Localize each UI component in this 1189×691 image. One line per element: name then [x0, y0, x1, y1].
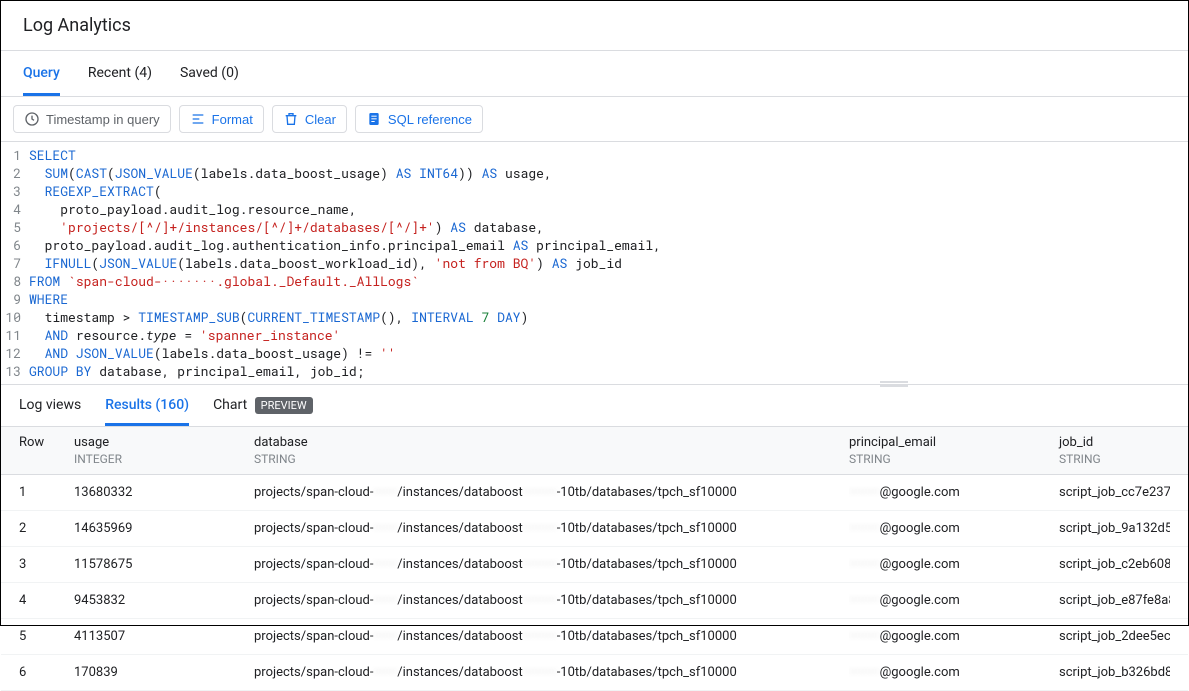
tab-saved[interactable]: Saved (0) — [180, 51, 239, 96]
trash-icon — [283, 111, 299, 127]
tab-log-views[interactable]: Log views — [19, 385, 81, 426]
tab-query[interactable]: Query — [23, 51, 60, 96]
col-row: Row — [19, 435, 74, 450]
cell-jobid: script_job_9a132d5d7 — [1059, 521, 1170, 536]
cell-email: ·········@google.com — [849, 485, 1059, 500]
cell-database: projects/span-cloud-·······/instances/da… — [254, 665, 849, 680]
cell-email: ·········@google.com — [849, 665, 1059, 680]
cell-database: projects/span-cloud-·······/instances/da… — [254, 557, 849, 572]
cell-jobid: script_job_cc7e237ba — [1059, 485, 1170, 500]
cell-database: projects/span-cloud-·······/instances/da… — [254, 521, 849, 536]
cell-row: 5 — [19, 629, 74, 644]
format-label: Format — [212, 112, 253, 127]
format-icon — [190, 111, 206, 127]
document-icon — [366, 111, 382, 127]
cell-row: 1 — [19, 485, 74, 500]
resize-handle-icon[interactable] — [880, 381, 908, 387]
sql-reference-button[interactable]: SQL reference — [355, 105, 483, 133]
cell-email: ·········@google.com — [849, 521, 1059, 536]
cell-jobid: script_job_e87fe8a8a — [1059, 593, 1170, 608]
cell-row: 2 — [19, 521, 74, 536]
cell-usage: 13680332 — [74, 485, 254, 500]
clear-label: Clear — [305, 112, 336, 127]
preview-badge: PREVIEW — [255, 397, 313, 414]
table-row[interactable]: 6170839projects/span-cloud-·······/insta… — [1, 655, 1188, 691]
sql-editor[interactable]: 1SELECT 2 SUM(CAST(JSON_VALUE(labels.dat… — [1, 142, 1188, 385]
results-tabs: Log views Results (160) Chart PREVIEW — [1, 385, 1188, 427]
results-table: Row usageINTEGER databaseSTRING principa… — [1, 427, 1188, 691]
cell-email: ·········@google.com — [849, 593, 1059, 608]
table-row[interactable]: 113680332projects/span-cloud-·······/ins… — [1, 475, 1188, 511]
cell-usage: 9453832 — [74, 593, 254, 608]
table-row[interactable]: 214635969projects/span-cloud-·······/ins… — [1, 511, 1188, 547]
cell-usage: 4113507 — [74, 629, 254, 644]
main-tabs: Query Recent (4) Saved (0) — [1, 51, 1188, 97]
cell-row: 6 — [19, 665, 74, 680]
clock-icon — [24, 111, 40, 127]
clear-button[interactable]: Clear — [272, 105, 347, 133]
cell-usage: 170839 — [74, 665, 254, 680]
cell-usage: 14635969 — [74, 521, 254, 536]
chart-label: Chart — [213, 397, 247, 413]
cell-database: projects/span-cloud-·······/instances/da… — [254, 593, 849, 608]
query-toolbar: Timestamp in query Format Clear SQL refe… — [1, 97, 1188, 142]
cell-jobid: script_job_2dee5ec16 — [1059, 629, 1170, 644]
format-button[interactable]: Format — [179, 105, 264, 133]
col-usage: usage — [74, 435, 254, 450]
table-row[interactable]: 54113507projects/span-cloud-·······/inst… — [1, 619, 1188, 655]
timestamp-in-query-button[interactable]: Timestamp in query — [13, 105, 171, 133]
cell-jobid: script_job_c2eb60835 — [1059, 557, 1170, 572]
tab-recent[interactable]: Recent (4) — [88, 51, 152, 96]
col-jobid: job_id — [1059, 435, 1170, 450]
table-row[interactable]: 311578675projects/span-cloud-·······/ins… — [1, 547, 1188, 583]
table-row[interactable]: 49453832projects/span-cloud-·······/inst… — [1, 583, 1188, 619]
cell-database: projects/span-cloud-·······/instances/da… — [254, 485, 849, 500]
cell-email: ·········@google.com — [849, 557, 1059, 572]
col-database: database — [254, 435, 849, 450]
cell-row: 4 — [19, 593, 74, 608]
cell-database: projects/span-cloud-·······/instances/da… — [254, 629, 849, 644]
cell-row: 3 — [19, 557, 74, 572]
col-email: principal_email — [849, 435, 1059, 450]
cell-usage: 11578675 — [74, 557, 254, 572]
page-title: Log Analytics — [1, 1, 1188, 51]
sqlref-label: SQL reference — [388, 112, 472, 127]
cell-email: ·········@google.com — [849, 629, 1059, 644]
tab-chart[interactable]: Chart PREVIEW — [213, 385, 313, 426]
table-header: Row usageINTEGER databaseSTRING principa… — [1, 427, 1188, 475]
timestamp-label: Timestamp in query — [46, 112, 160, 127]
tab-results[interactable]: Results (160) — [105, 385, 189, 426]
cell-jobid: script_job_b326bd8ef — [1059, 665, 1170, 680]
